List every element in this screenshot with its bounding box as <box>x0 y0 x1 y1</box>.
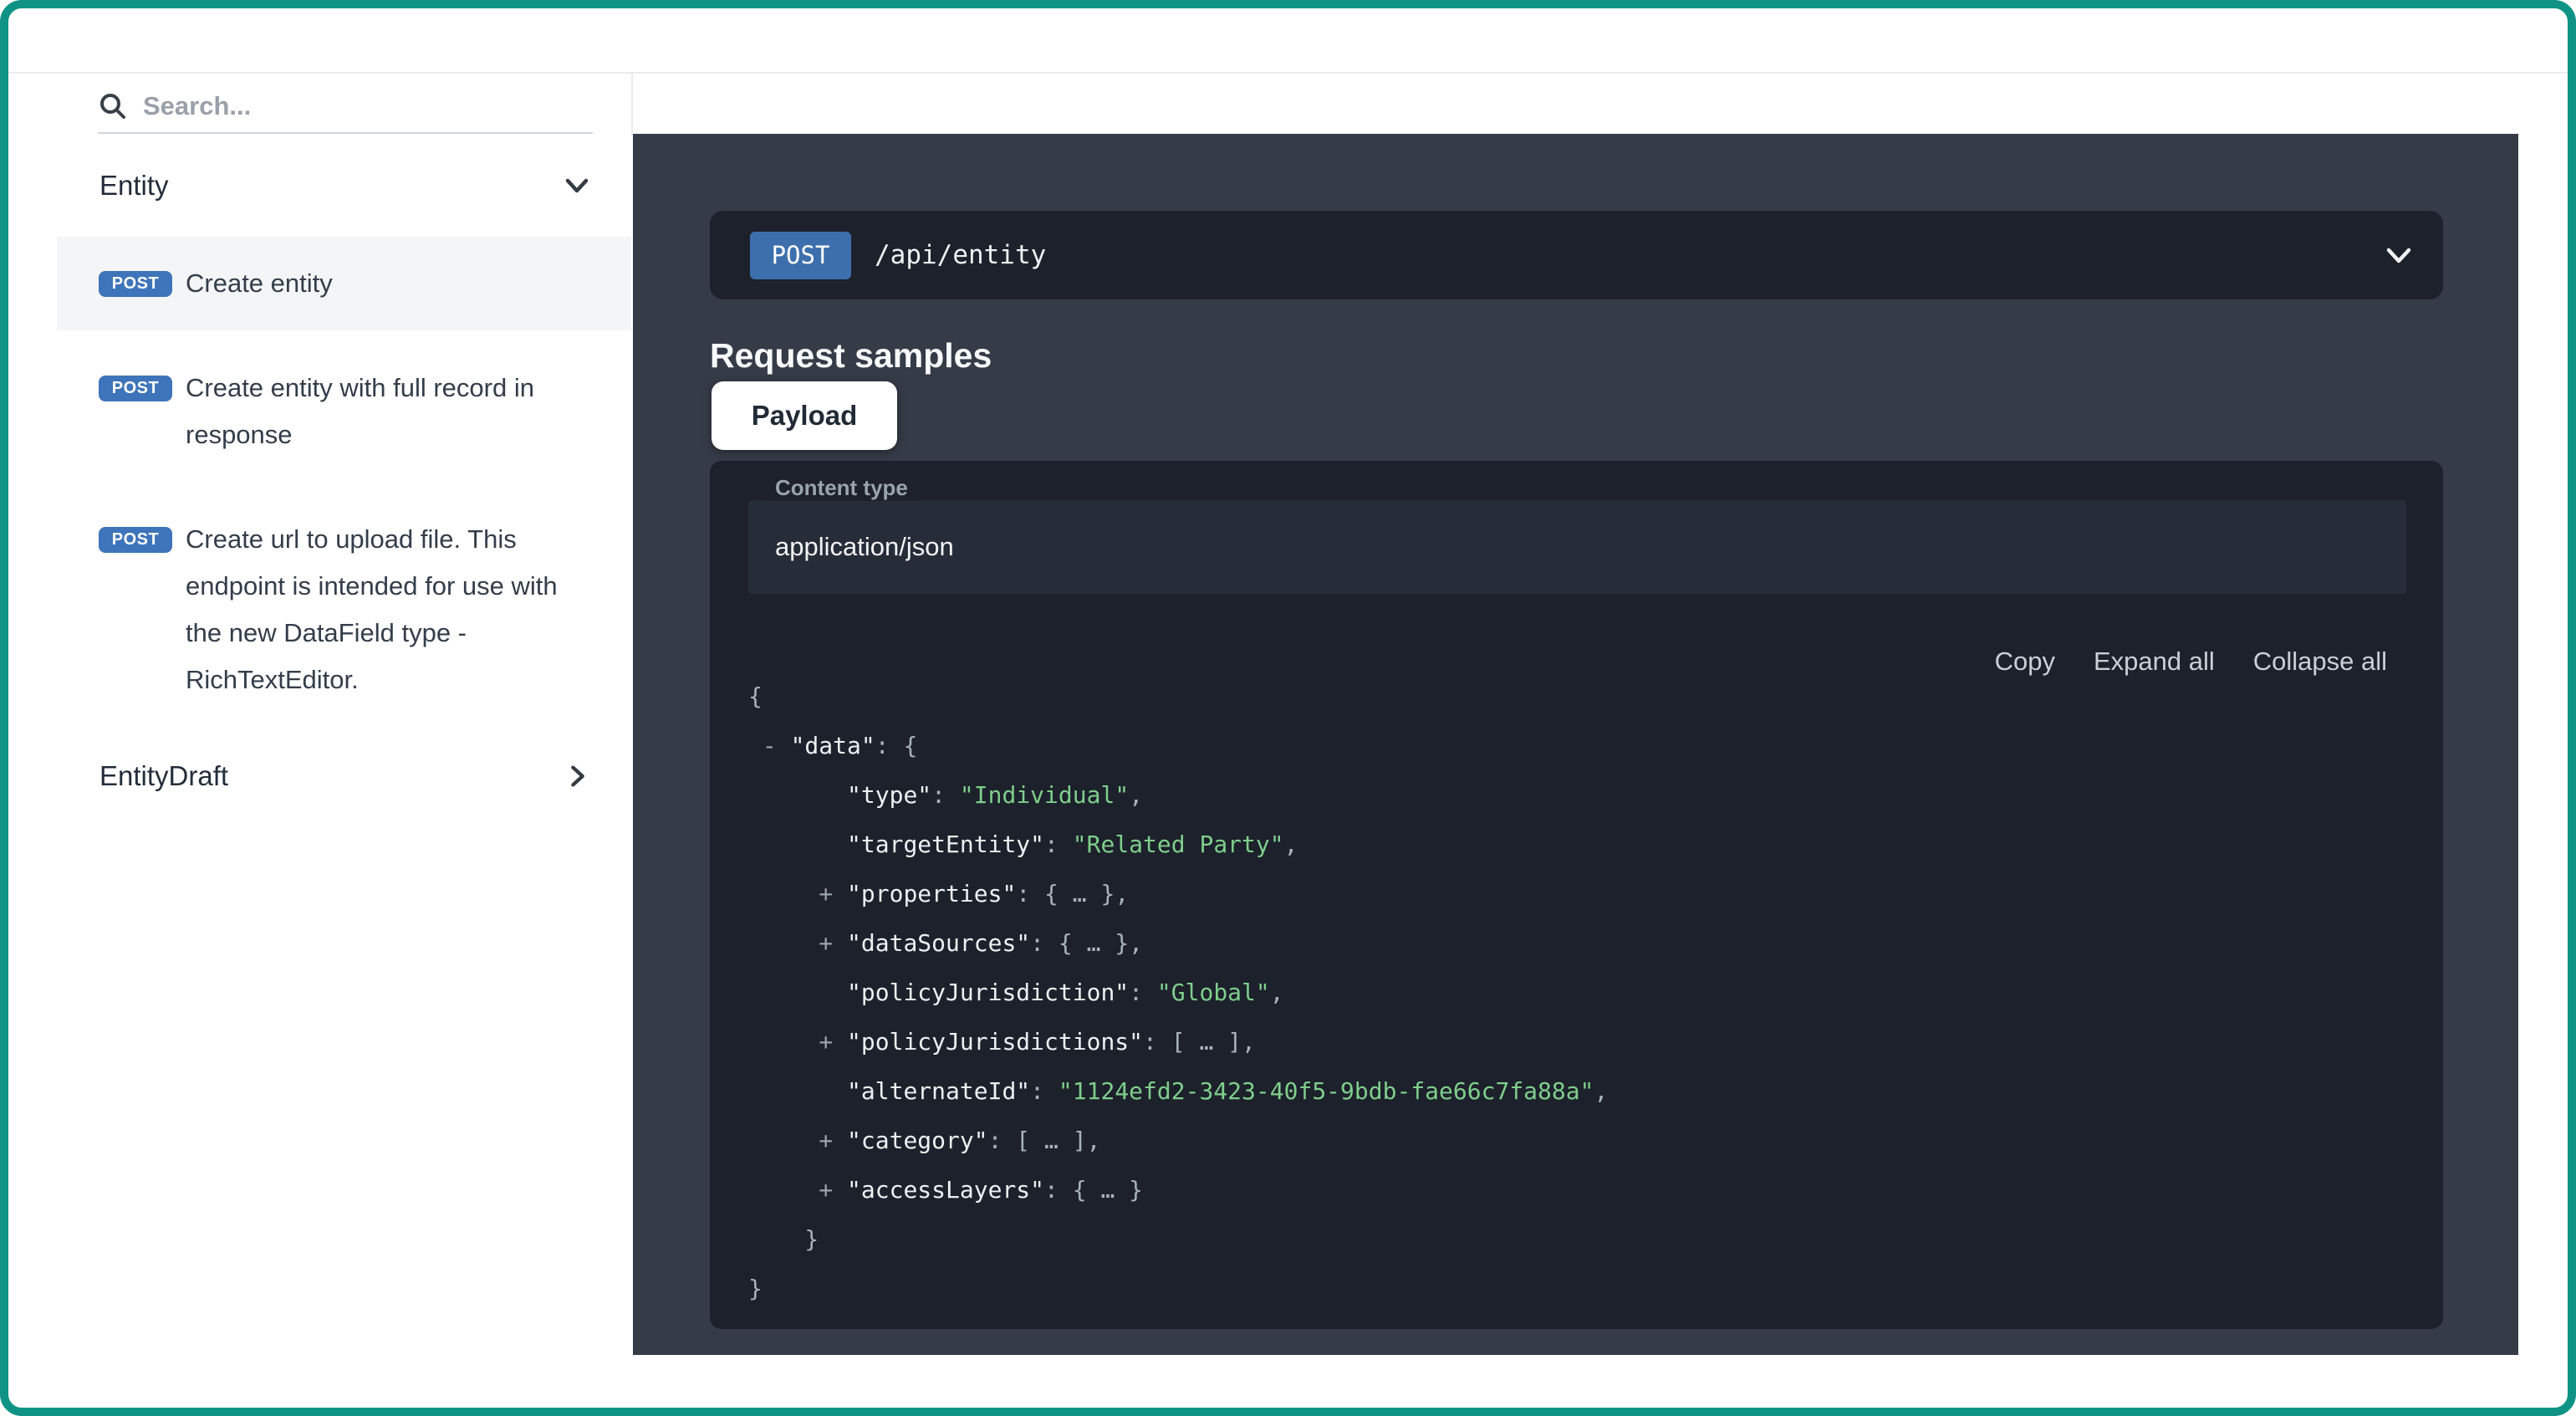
code-line: + "category": [ … ], <box>748 1116 1608 1165</box>
collapse-all-button[interactable]: Collapse all <box>2253 647 2387 677</box>
method-badge: POST <box>750 232 851 279</box>
code-line: - "data": { <box>748 721 1608 770</box>
code-line: } <box>748 1214 1608 1264</box>
expand-toggle[interactable]: + <box>819 1028 833 1056</box>
code-line: { <box>748 672 1608 721</box>
search-input[interactable] <box>141 90 546 122</box>
endpoint-path: /api/entity <box>875 240 1046 270</box>
code-line: + "dataSources": { … }, <box>748 918 1608 968</box>
top-header-bar <box>0 0 2576 74</box>
content-type-value: application/json <box>775 532 954 562</box>
expand-all-button[interactable]: Expand all <box>2094 647 2215 677</box>
sidebar-section-entity[interactable]: Entity <box>99 159 593 212</box>
chevron-down-icon[interactable] <box>2380 236 2418 274</box>
sidebar: Entity POST Create entity POST Create entit… <box>8 74 631 1408</box>
sidebar-item[interactable]: POST Create url to upload file. This endp… <box>57 493 631 727</box>
section-label: Entity <box>99 170 169 202</box>
content-type-field[interactable]: application/json <box>748 500 2406 594</box>
code-line: + "policyJurisdictions": [ … ], <box>748 1017 1608 1066</box>
code-line: "alternateId": "1124efd2-3423-40f5-9bdb-… <box>748 1066 1608 1116</box>
code-line: "targetEntity": "Related Party", <box>748 820 1608 869</box>
copy-button[interactable]: Copy <box>1995 647 2055 677</box>
main-panel: POST /api/entity Request samples Payload… <box>633 134 2518 1355</box>
collapse-toggle[interactable]: - <box>763 732 777 759</box>
endpoint-header[interactable]: POST /api/entity <box>710 211 2443 299</box>
sidebar-section-entitydraft[interactable]: EntityDraft <box>99 749 593 803</box>
search-icon <box>98 91 128 121</box>
post-method-badge: POST <box>99 271 172 297</box>
expand-toggle[interactable]: + <box>819 1127 833 1154</box>
sidebar-item-label: Create url to upload file. This endpoint… <box>186 516 574 703</box>
post-method-badge: POST <box>99 527 172 553</box>
code-line: } <box>748 1264 1608 1313</box>
expand-toggle[interactable]: + <box>819 1176 833 1204</box>
sidebar-nav: POST Create entity POST Create entity with … <box>8 237 631 738</box>
code-actions: Copy Expand all Collapse all <box>1995 647 2387 677</box>
expand-toggle[interactable]: + <box>819 929 833 957</box>
json-code-block: { - "data": { "type": "Individual", "tar… <box>748 672 1608 1313</box>
search-box[interactable] <box>98 80 593 134</box>
sidebar-item-label: Create entity <box>186 260 574 307</box>
chevron-right-icon <box>563 761 593 791</box>
expand-toggle[interactable]: + <box>819 880 833 907</box>
chevron-down-icon <box>561 170 593 202</box>
sidebar-item[interactable]: POST Create entity <box>57 237 631 330</box>
post-method-badge: POST <box>99 376 172 401</box>
code-line: + "properties": { … }, <box>748 869 1608 918</box>
section-label: EntityDraft <box>99 760 228 792</box>
sidebar-divider <box>631 72 633 135</box>
code-line: "type": "Individual", <box>748 770 1608 820</box>
request-samples-title: Request samples <box>710 336 992 376</box>
code-line: + "accessLayers": { … } <box>748 1165 1608 1214</box>
tab-payload[interactable]: Payload <box>712 381 897 450</box>
api-docs-page: Entity POST Create entity POST Create entit… <box>0 0 2576 1416</box>
sidebar-item-label: Create entity with full record in respon… <box>186 365 574 458</box>
request-sample-card: Content type application/json Copy Expand… <box>710 461 2443 1329</box>
code-line: "policyJurisdiction": "Global", <box>748 968 1608 1017</box>
sidebar-item[interactable]: POST Create entity with full record in re… <box>57 341 631 482</box>
content-type-label: Content type <box>763 475 920 501</box>
